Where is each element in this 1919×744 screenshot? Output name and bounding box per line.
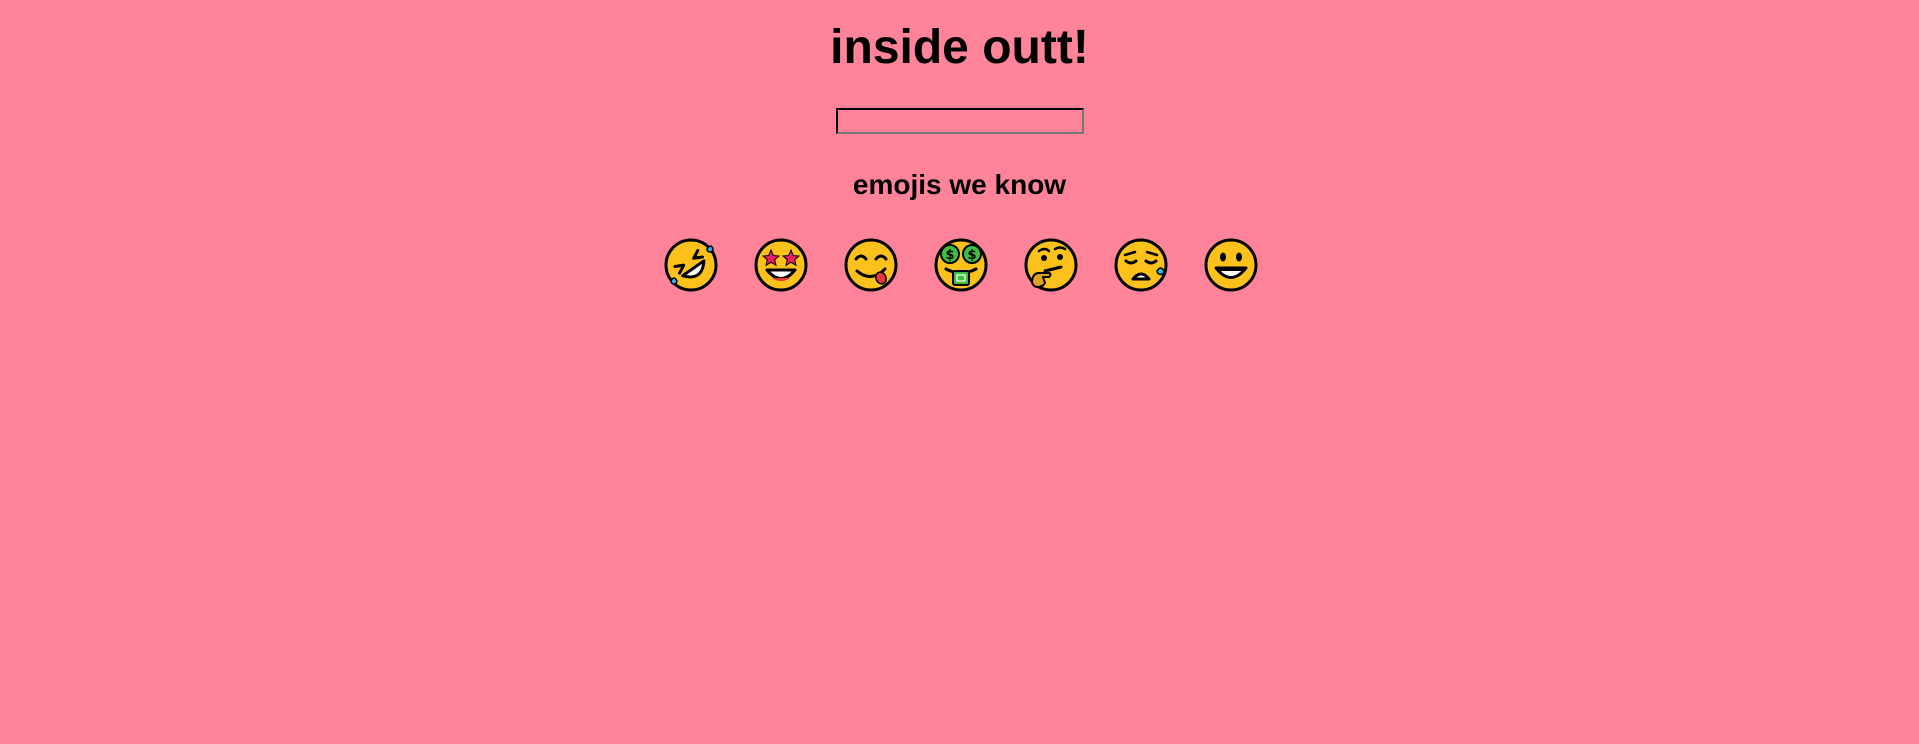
section-heading: emojis we know <box>852 169 1067 200</box>
face-savoring-food-icon[interactable] <box>843 237 899 293</box>
grinning-face-icon[interactable] <box>1203 237 1259 293</box>
emoji-list: $ $ <box>663 237 1263 293</box>
sad-but-relieved-face-icon[interactable] <box>1113 237 1169 293</box>
page: inside outt! emojis we know $ $ <box>0 0 1919 744</box>
svg-text:$: $ <box>967 248 976 263</box>
svg-text:$: $ <box>945 248 954 263</box>
thinking-face-icon[interactable] <box>1023 237 1079 293</box>
page-title: inside outt! <box>830 21 1089 74</box>
rolling-on-floor-laughing-icon[interactable] <box>663 237 719 293</box>
search-wrap <box>0 108 1919 134</box>
money-mouth-face-icon[interactable]: $ $ <box>933 237 989 293</box>
emoji-search-input[interactable] <box>835 108 1084 134</box>
star-struck-icon[interactable] <box>753 237 809 293</box>
